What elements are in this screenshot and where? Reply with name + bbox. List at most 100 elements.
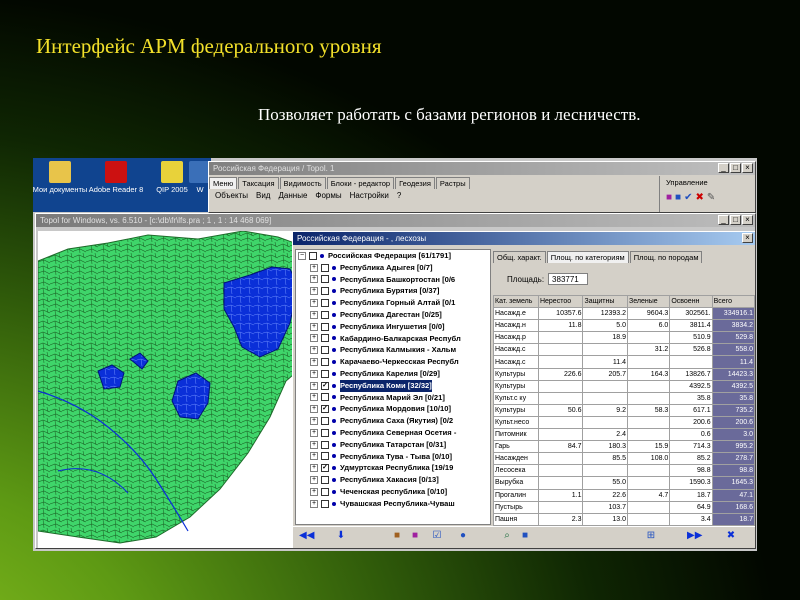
menu-view[interactable]: Вид — [252, 189, 274, 202]
tree-checkbox[interactable]: ✓ — [321, 381, 329, 390]
table-cell[interactable] — [537, 464, 584, 478]
row-label-cell[interactable]: Насажд.е — [493, 307, 539, 321]
expand-icon[interactable]: + — [310, 417, 318, 426]
table-cell[interactable]: 180.3 — [582, 440, 629, 454]
expand-icon[interactable]: + — [310, 346, 318, 355]
table-cell[interactable] — [537, 452, 584, 466]
tree-checkbox[interactable] — [321, 428, 329, 437]
table-cell[interactable]: 85.2 — [669, 452, 713, 466]
tree-checkbox[interactable] — [321, 487, 329, 496]
close-button[interactable]: × — [742, 163, 753, 173]
tree-icon[interactable]: ⊞ — [645, 530, 657, 541]
table-cell[interactable] — [537, 343, 584, 357]
expand-icon[interactable]: + — [310, 299, 318, 308]
row-label-cell[interactable]: Пустырь — [493, 500, 539, 514]
region-tree[interactable]: − Российская Федерация [61/1791] + Респуб… — [295, 249, 491, 525]
data-window-titlebar[interactable]: Российская Федерация - , лесхозы × — [293, 232, 755, 245]
forward-icon[interactable]: ▶▶ — [687, 530, 702, 541]
table-cell[interactable]: 302561. — [669, 307, 713, 321]
expand-icon[interactable]: + — [310, 369, 318, 378]
table-cell[interactable] — [669, 355, 713, 369]
table-cell[interactable]: 9604.3 — [627, 307, 671, 321]
table-cell[interactable] — [627, 331, 671, 345]
table-cell[interactable]: 98.8 — [669, 464, 713, 478]
row-label-cell[interactable]: Культ.с ку — [493, 391, 539, 405]
table-cell[interactable]: 200.6 — [711, 415, 755, 430]
expand-icon[interactable]: + — [310, 393, 318, 402]
row-label-cell[interactable]: Лесосека — [493, 464, 539, 478]
table-cell[interactable] — [627, 464, 671, 478]
tree-checkbox[interactable] — [321, 369, 329, 378]
expand-icon[interactable]: + — [310, 440, 318, 449]
table-cell[interactable]: 18.7 — [669, 488, 713, 502]
tree-item[interactable]: + Республика Марий Эл [0/21] — [296, 392, 490, 404]
table-cell[interactable] — [537, 476, 584, 490]
table-cell[interactable] — [537, 428, 584, 442]
table-cell[interactable]: 2.3 — [537, 512, 584, 526]
table-cell[interactable] — [627, 355, 671, 369]
tree-item[interactable]: + Республика Северная Осетия - — [296, 427, 490, 439]
close-icon[interactable]: ✖ — [725, 530, 737, 541]
tree-checkbox[interactable] — [321, 263, 329, 272]
table-cell[interactable]: 995.2 — [711, 440, 755, 454]
expand-icon[interactable]: + — [310, 287, 318, 296]
column-header[interactable]: Защитны — [582, 294, 629, 309]
table-cell[interactable]: 35.8 — [711, 391, 755, 405]
tree-item[interactable]: + Республика Тува - Тыва [0/10] — [296, 451, 490, 463]
tree-item[interactable]: + Республика Горный Алтай [0/1 — [296, 297, 490, 309]
expand-icon[interactable]: + — [310, 275, 318, 284]
table-cell[interactable]: 1645.3 — [711, 476, 755, 490]
row-label-cell[interactable]: Культуры — [493, 379, 539, 393]
table-cell[interactable] — [582, 391, 629, 405]
maximize-button[interactable]: □ — [730, 215, 741, 225]
table-cell[interactable]: 278.7 — [711, 452, 755, 466]
table-cell[interactable]: 735.2 — [711, 403, 755, 417]
table-cell[interactable]: 617.1 — [669, 403, 713, 417]
tool-icon[interactable]: ✎ — [707, 192, 715, 203]
table-cell[interactable]: 3.0 — [711, 428, 755, 442]
expand-icon[interactable]: + — [310, 464, 318, 473]
tree-checkbox[interactable] — [321, 417, 329, 426]
row-label-cell[interactable]: Насажд.р — [493, 331, 539, 345]
table-cell[interactable]: 4392.5 — [711, 379, 755, 393]
table-cell[interactable]: 3811.4 — [669, 319, 713, 333]
row-label-cell[interactable]: Вырубка — [493, 476, 539, 490]
map-canvas[interactable] — [38, 231, 298, 548]
tree-checkbox[interactable] — [321, 393, 329, 402]
column-header[interactable]: Освоенн — [669, 294, 713, 309]
table-cell[interactable]: 714.3 — [669, 440, 713, 454]
table-cell[interactable]: 18.7 — [711, 512, 755, 526]
table-cell[interactable]: 3.4 — [669, 512, 713, 526]
table-cell[interactable]: 0.6 — [669, 428, 713, 442]
tree-item[interactable]: + ✓ Республика Коми [32/32] — [296, 379, 490, 392]
expand-icon[interactable]: + — [310, 499, 318, 508]
table-cell[interactable]: 31.2 — [627, 343, 671, 357]
table-cell[interactable]: 200.6 — [669, 415, 713, 430]
table-cell[interactable]: 12393.2 — [582, 307, 629, 321]
table-cell[interactable]: 11.8 — [537, 319, 584, 333]
zoom-icon[interactable]: ⌕ — [501, 530, 513, 541]
tab-menu[interactable]: Меню — [209, 177, 238, 189]
book-icon[interactable]: ■ — [675, 192, 681, 203]
table-cell[interactable]: 47.1 — [711, 488, 755, 502]
column-header[interactable]: Нерестоо — [537, 294, 584, 309]
table-cell[interactable]: 13.0 — [582, 512, 629, 526]
tree-checkbox[interactable]: ✓ — [321, 405, 329, 414]
tree-item[interactable]: + Республика Дагестан [0/25] — [296, 309, 490, 321]
table-cell[interactable] — [537, 500, 584, 514]
tree-checkbox[interactable] — [321, 499, 329, 508]
tree-item[interactable]: + Республика Адыгея [0/7] — [296, 262, 490, 274]
table-cell[interactable] — [627, 415, 671, 430]
desktop-icon-adobe[interactable]: Adobe Reader 8 — [87, 161, 145, 194]
tree-item[interactable]: + ✓ Республика Мордовия [10/10] — [296, 403, 490, 415]
tab-general[interactable]: Общ. характ. — [493, 251, 546, 263]
menu-settings[interactable]: Настройки — [346, 189, 393, 202]
expand-icon[interactable]: + — [310, 381, 318, 390]
table-cell[interactable]: 11.4 — [582, 355, 629, 369]
tree-item[interactable]: + Чувашская Республика-Чуваш — [296, 498, 490, 510]
expand-icon[interactable]: + — [310, 334, 318, 343]
tree-checkbox[interactable] — [321, 358, 329, 367]
table-cell[interactable] — [537, 391, 584, 405]
row-label-cell[interactable]: Культуры — [493, 403, 539, 417]
desktop-icon-documents[interactable]: Мои документы — [33, 161, 89, 194]
